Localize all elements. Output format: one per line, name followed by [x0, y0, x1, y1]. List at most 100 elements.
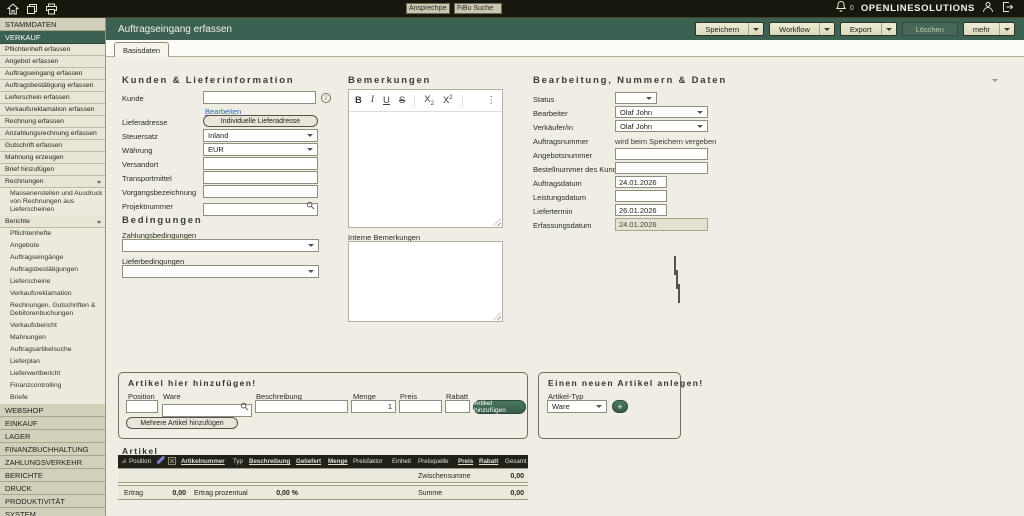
col-geliefert[interactable]: Geliefert [296, 458, 328, 465]
bell-icon[interactable] [835, 0, 847, 18]
checkbox-icon[interactable] [168, 457, 181, 467]
sidebar-item-stammdaten[interactable]: STAMMDATEN [0, 18, 105, 31]
logout-icon[interactable] [1001, 0, 1014, 18]
status-select[interactable] [615, 92, 657, 104]
export-button[interactable]: Export [840, 22, 897, 36]
remarks-editor[interactable]: B I U S X2 X2 ⋮ [348, 89, 503, 228]
col-beschreibung[interactable]: Beschreibung [249, 458, 296, 465]
sidebar-item-auftragseingänge[interactable]: Auftragseingänge [0, 252, 105, 264]
internal-remarks-textarea[interactable] [348, 241, 503, 322]
resize-handle[interactable] [493, 312, 501, 320]
operation-input[interactable] [203, 185, 318, 198]
fibu-search-input[interactable] [454, 3, 502, 14]
sidebar-item-druck[interactable]: DRUCK [0, 482, 105, 495]
bold-icon[interactable]: B [355, 96, 362, 106]
col-einheit[interactable]: Einheit [392, 458, 418, 465]
editor-person-select[interactable]: Olaf John [615, 106, 708, 118]
sidebar-item-gutschrift-erfassen[interactable]: Gutschrift erfassen [0, 140, 105, 152]
more-button[interactable]: mehr [963, 22, 1015, 36]
price-input[interactable] [399, 400, 442, 413]
col-rabatt[interactable]: Rabatt [479, 458, 505, 465]
info-icon[interactable]: i [321, 93, 331, 103]
individual-delivery-button[interactable]: Individuelle Lieferadresse [203, 115, 318, 127]
remarks-editor-body[interactable] [349, 112, 502, 227]
search-icon[interactable] [240, 398, 249, 416]
sidebar-item-lieferschein-erfassen[interactable]: Lieferschein erfassen [0, 92, 105, 104]
sidebar-item-verkaufsreklamation-erfassen[interactable]: Verkaufsreklamation erfassen [0, 104, 105, 116]
sidebar-item-massenerstellen-und-ausdruck[interactable]: Massenerstellen und Ausdruck von Rechnun… [0, 188, 105, 216]
payment-terms-select[interactable] [122, 239, 319, 252]
col-preis[interactable]: Preis [458, 458, 479, 465]
export-dropdown-arrow[interactable] [881, 23, 896, 35]
sidebar-item-mahnung-erzeugen[interactable]: Mahnung erzeugen [0, 152, 105, 164]
printer-icon[interactable] [45, 3, 58, 15]
service-date-input[interactable] [615, 190, 667, 202]
col-menge[interactable]: Menge [328, 458, 353, 465]
customer-input[interactable] [203, 91, 316, 104]
sidebar-item-auftragsbestätigung-erfassen[interactable]: Auftragsbestätigung erfassen [0, 80, 105, 92]
resize-icon[interactable] [118, 458, 129, 465]
save-dropdown-arrow[interactable] [748, 23, 763, 35]
collapse-section-icon[interactable] [992, 79, 998, 82]
sidebar-item-lieferscheine[interactable]: Lieferscheine [0, 276, 105, 288]
sidebar-item-brief-hinzufügen[interactable]: Brief hinzufügen [0, 164, 105, 176]
window-icon[interactable] [26, 3, 38, 15]
add-article-button[interactable]: Artikel hinzufügen [473, 400, 526, 414]
home-icon[interactable] [7, 3, 19, 15]
calendar-icon[interactable] [678, 284, 680, 303]
quote-number-input[interactable] [615, 148, 708, 160]
delivery-terms-select[interactable] [122, 265, 319, 278]
ware-input[interactable] [162, 404, 252, 417]
project-input[interactable] [203, 203, 318, 216]
save-button[interactable]: Speichern [695, 22, 764, 36]
subscript-icon[interactable]: X2 [424, 95, 434, 107]
seller-select[interactable]: Olaf John [615, 120, 708, 132]
search-icon[interactable] [306, 197, 315, 215]
add-multiple-articles-button[interactable]: Mehrere Artikel hinzufügen [126, 417, 238, 429]
workflow-dropdown-arrow[interactable] [819, 23, 834, 35]
col-position[interactable]: Position [129, 458, 156, 465]
sidebar-item-einkauf[interactable]: EINKAUF [0, 417, 105, 430]
sidebar-item-verkauf[interactable]: VERKAUF [0, 31, 105, 44]
sidebar-item-rechnungen-gutschriften-debi[interactable]: Rechnungen, Gutschriften & Debitorenbuch… [0, 300, 105, 320]
col-preisfaktor[interactable]: Preisfaktor [353, 458, 392, 465]
contact-search-input[interactable] [406, 3, 450, 14]
description-input[interactable] [255, 400, 348, 413]
col-preisquelle[interactable]: Preisquelle [418, 458, 458, 465]
order-date-input[interactable] [615, 176, 667, 188]
tax-select[interactable]: Inland [203, 129, 318, 142]
pencil-icon[interactable] [156, 456, 168, 467]
sidebar-item-lager[interactable]: LAGER [0, 430, 105, 443]
sidebar-item-pflichtenheft-erfassen[interactable]: Pflichtenheft erfassen [0, 44, 105, 56]
underline-icon[interactable]: U [383, 96, 390, 106]
delivery-date-input[interactable] [615, 204, 667, 216]
sidebar-item-auftragsbestätigungen[interactable]: Auftragsbestätigungen [0, 264, 105, 276]
more-dropdown-arrow[interactable] [999, 23, 1014, 35]
create-article-button[interactable]: + [612, 400, 628, 413]
sidebar-item-produktivität[interactable]: PRODUKTIVITÄT [0, 495, 105, 508]
sidebar-item-webshop[interactable]: WEBSHOP [0, 404, 105, 417]
article-type-select[interactable]: Ware [547, 400, 607, 413]
sidebar-item-berichte[interactable]: Berichte [0, 216, 105, 228]
sidebar-item-angebote[interactable]: Angebote [0, 240, 105, 252]
sidebar-item-auftragsartikelsuche[interactable]: Auftragsartikelsuche [0, 344, 105, 356]
discount-input[interactable] [445, 400, 470, 413]
editor-more-icon[interactable]: ⋮ [487, 96, 497, 106]
col-gesamt[interactable]: Gesamt [505, 458, 528, 465]
sidebar-item-system[interactable]: SYSTEM [0, 508, 105, 516]
position-input[interactable] [126, 400, 158, 413]
col-typ[interactable]: Typ [233, 458, 249, 465]
sidebar-item-verkaufsbericht[interactable]: Verkaufsbericht [0, 320, 105, 332]
superscript-icon[interactable]: X2 [443, 95, 453, 106]
customer-order-number-input[interactable] [615, 162, 708, 174]
sidebar-item-briefe[interactable]: Briefe [0, 392, 105, 404]
sidebar-item-zahlungsverkehr[interactable]: ZAHLUNGSVERKEHR [0, 456, 105, 469]
user-icon[interactable] [982, 0, 994, 18]
col-artikelnummer[interactable]: Artikelnummer [181, 458, 233, 465]
sidebar-item-lieferwertbericht[interactable]: Lieferwertbericht [0, 368, 105, 380]
sidebar-item-lieferplan[interactable]: Lieferplan [0, 356, 105, 368]
sidebar-item-verkaufsreklamation[interactable]: Verkaufsreklamation [0, 288, 105, 300]
sidebar-item-pflichtenhefte[interactable]: Pflichtenhefte [0, 228, 105, 240]
italic-icon[interactable]: I [371, 96, 374, 106]
sidebar-item-mahnungen[interactable]: Mahnungen [0, 332, 105, 344]
